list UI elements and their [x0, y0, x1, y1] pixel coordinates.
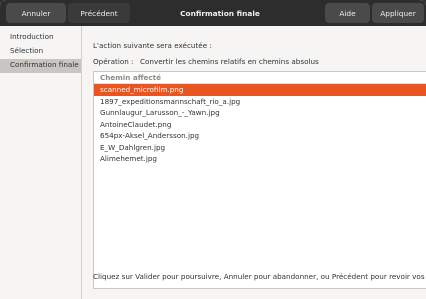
sidebar-item-introduction[interactable]: Introduction: [0, 31, 81, 45]
list-item[interactable]: Alimehemet.jpg: [94, 153, 426, 165]
window-title: Confirmation finale: [180, 8, 260, 18]
list-item[interactable]: E_W_Dahlgren.jpg: [94, 142, 426, 154]
intro-text: L'action suivante sera exécutée :: [93, 41, 212, 50]
apply-button[interactable]: Appliquer: [372, 3, 424, 23]
footer-instructions: Cliquez sur Valider pour poursuivre, Ann…: [93, 272, 426, 281]
cancel-button[interactable]: Annuler: [6, 3, 66, 23]
operation-label: Opération :: [93, 57, 134, 66]
operation-value: Convertir les chemins relatifs en chemin…: [140, 57, 319, 66]
list-item[interactable]: scanned_microfilm.png: [94, 84, 426, 96]
list-item[interactable]: 1897_expeditionsmannschaft_rio_a.jpg: [94, 96, 426, 108]
sidebar: Introduction Sélection Confirmation fina…: [0, 26, 82, 299]
header-bar: Annuler Précédent Confirmation finale Ai…: [0, 0, 426, 26]
list-item[interactable]: AntoineClaudet.png: [94, 119, 426, 131]
assistant-window: Annuler Précédent Confirmation finale Ai…: [0, 0, 426, 299]
help-button[interactable]: Aide: [325, 3, 370, 23]
main-content: L'action suivante sera exécutée : Opérat…: [83, 26, 426, 299]
affected-paths-list[interactable]: Chemin affecté scanned_microfilm.png 189…: [93, 71, 426, 289]
sidebar-item-selection[interactable]: Sélection: [0, 45, 81, 59]
list-item[interactable]: 654px-Aksel_Andersson.jpg: [94, 130, 426, 142]
list-item[interactable]: Gunnlaugur_Larusson_-_Yawn.jpg: [94, 107, 426, 119]
sidebar-item-final-confirmation[interactable]: Confirmation finale: [0, 59, 81, 73]
list-column-header[interactable]: Chemin affecté: [94, 72, 426, 84]
